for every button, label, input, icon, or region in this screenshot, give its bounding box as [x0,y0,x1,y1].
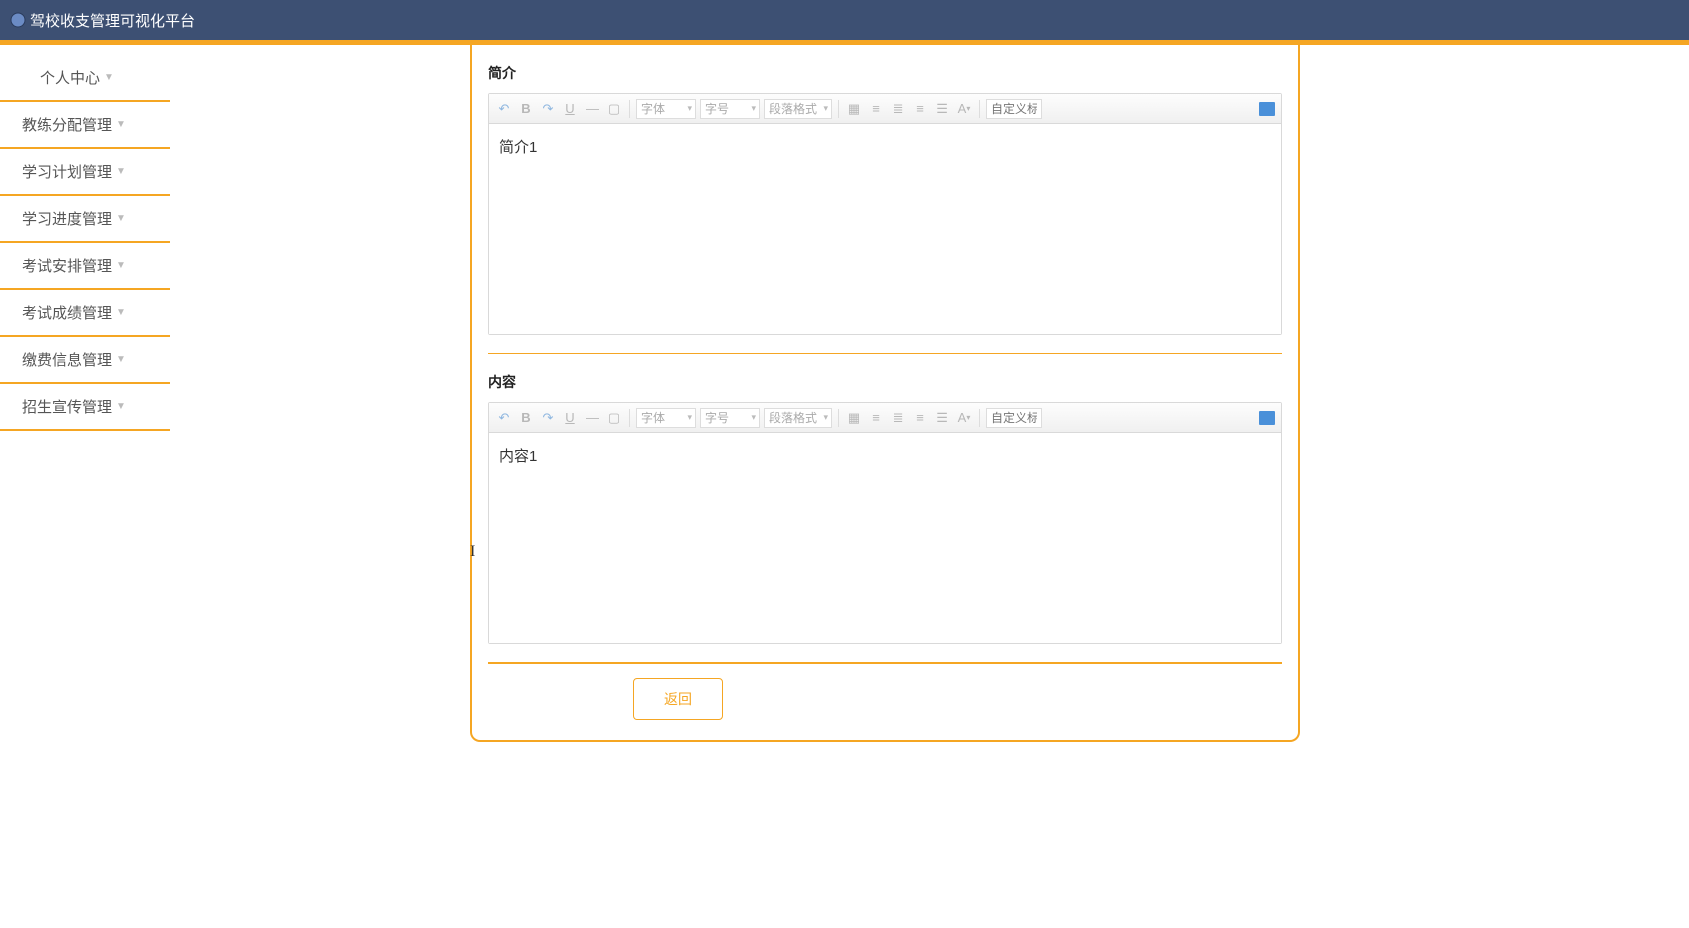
sidebar-item-study-plan[interactable]: 学习计划管理 ▼ [0,149,170,196]
sidebar-item-payment-info[interactable]: 缴费信息管理 ▼ [0,337,170,384]
form-footer: 返回 [488,663,1282,720]
paragraph-select[interactable]: 段落格式 [764,99,832,119]
align-right-icon[interactable]: ≡ [911,408,929,428]
redo-icon[interactable]: ↷ [539,99,557,119]
bold-icon[interactable]: B [517,408,535,428]
section-intro: 简介 ↶ B ↷ U — ▢ 字体 字号 段落格式 ▦ [488,45,1282,354]
chevron-down-icon: ▼ [116,354,126,365]
chevron-down-icon: ▼ [116,401,126,412]
image-icon[interactable]: ▦ [845,99,863,119]
align-justify-icon[interactable]: ☰ [933,408,951,428]
app-logo-icon [10,12,26,28]
separator [979,409,980,427]
separator [629,409,630,427]
sidebar-item-label: 缴费信息管理 [22,349,112,370]
form-card: 简介 ↶ B ↷ U — ▢ 字体 字号 段落格式 ▦ [470,45,1300,742]
align-left-icon[interactable]: ≡ [867,99,885,119]
font-size-select[interactable]: 字号 [700,99,760,119]
app-header: 驾校收支管理可视化平台 [0,0,1689,40]
font-color-icon[interactable]: A▾ [955,408,973,428]
sidebar-item-exam-schedule[interactable]: 考试安排管理 ▼ [0,243,170,290]
intro-editor-body[interactable]: 简介1 [489,124,1281,334]
content-label: 内容 [488,372,1282,392]
hr-icon[interactable]: — [583,408,601,428]
section-content: 内容 ↶ B ↷ U — ▢ 字体 字号 段落格式 ▦ [488,354,1282,663]
separator [838,100,839,118]
back-button[interactable]: 返回 [633,678,723,720]
align-center-icon[interactable]: ≣ [889,408,907,428]
sidebar-item-recruitment[interactable]: 招生宣传管理 ▼ [0,384,170,431]
custom-title-input[interactable] [986,99,1042,119]
separator [838,409,839,427]
chevron-down-icon: ▼ [104,72,114,83]
intro-toolbar: ↶ B ↷ U — ▢ 字体 字号 段落格式 ▦ ≡ ≣ ≡ [489,94,1281,124]
sidebar-item-label: 考试成绩管理 [22,302,112,323]
font-family-select[interactable]: 字体 [636,408,696,428]
font-family-select[interactable]: 字体 [636,99,696,119]
sidebar-item-label: 学习计划管理 [22,161,112,182]
separator [979,100,980,118]
app-title: 驾校收支管理可视化平台 [30,10,195,31]
align-justify-icon[interactable]: ☰ [933,99,951,119]
sidebar-item-label: 学习进度管理 [22,208,112,229]
font-color-icon[interactable]: A▾ [955,99,973,119]
content-editor-body[interactable]: 内容1 [489,433,1281,643]
content-toolbar: ↶ B ↷ U — ▢ 字体 字号 段落格式 ▦ ≡ ≣ ≡ [489,403,1281,433]
image-icon[interactable]: ▦ [845,408,863,428]
sidebar-item-study-progress[interactable]: 学习进度管理 ▼ [0,196,170,243]
undo-icon[interactable]: ↶ [495,408,513,428]
separator [629,100,630,118]
sidebar-item-personal-center[interactable]: 个人中心 ▼ [0,55,170,102]
bold-icon[interactable]: B [517,99,535,119]
intro-editor: ↶ B ↷ U — ▢ 字体 字号 段落格式 ▦ ≡ ≣ ≡ [488,93,1282,335]
fullscreen-icon[interactable] [1259,411,1275,425]
sidebar-nav: 个人中心 ▼ 教练分配管理 ▼ 学习计划管理 ▼ 学习进度管理 ▼ 考试安排管理… [0,45,170,762]
sidebar-item-coach-assign[interactable]: 教练分配管理 ▼ [0,102,170,149]
sidebar-item-label: 考试安排管理 [22,255,112,276]
clipboard-icon[interactable]: ▢ [605,99,623,119]
hr-icon[interactable]: — [583,99,601,119]
chevron-down-icon: ▼ [116,307,126,318]
align-right-icon[interactable]: ≡ [911,99,929,119]
sidebar-item-label: 招生宣传管理 [22,396,112,417]
redo-icon[interactable]: ↷ [539,408,557,428]
content-editor: ↶ B ↷ U — ▢ 字体 字号 段落格式 ▦ ≡ ≣ ≡ [488,402,1282,644]
chevron-down-icon: ▼ [116,260,126,271]
chevron-down-icon: ▼ [116,213,126,224]
fullscreen-icon[interactable] [1259,102,1275,116]
custom-title-input[interactable] [986,408,1042,428]
align-center-icon[interactable]: ≣ [889,99,907,119]
underline-icon[interactable]: U [561,99,579,119]
chevron-down-icon: ▼ [116,119,126,130]
intro-label: 简介 [488,63,1282,83]
align-left-icon[interactable]: ≡ [867,408,885,428]
sidebar-item-exam-results[interactable]: 考试成绩管理 ▼ [0,290,170,337]
sidebar-item-label: 个人中心 [40,67,100,88]
underline-icon[interactable]: U [561,408,579,428]
chevron-down-icon: ▼ [116,166,126,177]
sidebar-item-label: 教练分配管理 [22,114,112,135]
font-size-select[interactable]: 字号 [700,408,760,428]
undo-icon[interactable]: ↶ [495,99,513,119]
paragraph-select[interactable]: 段落格式 [764,408,832,428]
clipboard-icon[interactable]: ▢ [605,408,623,428]
